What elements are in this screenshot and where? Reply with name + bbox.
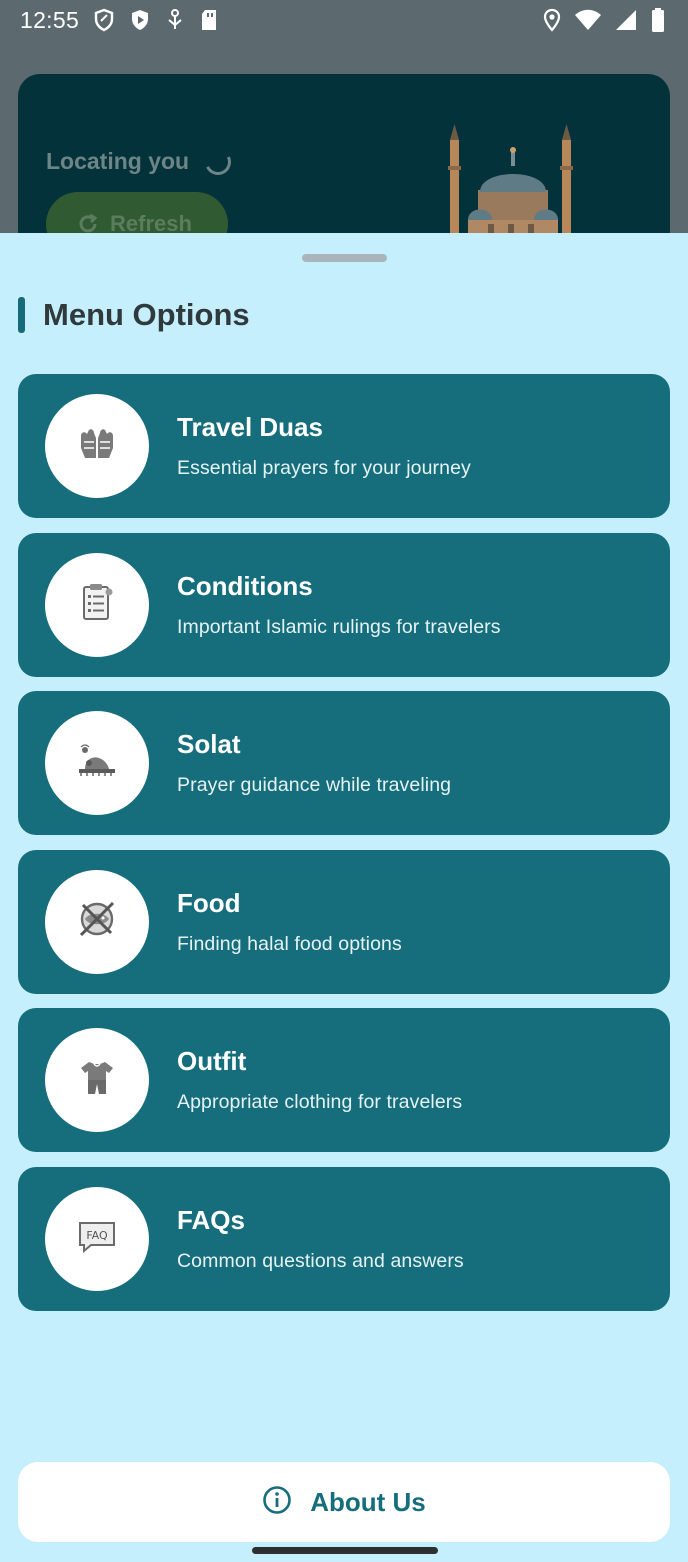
menu-item-title: Food	[177, 887, 241, 918]
menu-icon-circle	[45, 394, 149, 498]
menu-list: Travel Duas Essential prayers for your j…	[18, 374, 670, 1311]
menu-text: Food Finding halal food options	[177, 888, 402, 956]
locating-row: Locating you	[46, 144, 235, 179]
about-us-button[interactable]: About Us	[18, 1462, 670, 1542]
play-protect-icon	[129, 8, 151, 32]
menu-item-subtitle: Prayer guidance while traveling	[177, 774, 452, 796]
menu-item-title: Travel Duas	[177, 412, 323, 442]
section-header: Menu Options	[18, 297, 250, 333]
menu-item-title: Outfit	[177, 1046, 247, 1076]
status-bar: 12:55	[0, 0, 688, 40]
menu-item-faqs[interactable]: FAQ FAQs Common questions and answers	[18, 1166, 670, 1311]
clipboard-icon	[75, 580, 119, 629]
section-title: Menu Options	[43, 297, 250, 332]
prayer-mat-icon	[75, 739, 119, 788]
menu-item-outfit[interactable]: Outfit Appropriate clothing for traveler…	[18, 1008, 670, 1152]
wifi-icon	[574, 9, 602, 31]
status-right	[542, 7, 666, 33]
menu-item-subtitle: Essential prayers for your journey	[177, 457, 471, 479]
clothing-icon	[75, 1056, 119, 1105]
svg-text:FAQ: FAQ	[86, 1229, 108, 1242]
menu-text: FAQs Common questions and answers	[177, 1205, 464, 1273]
menu-icon-circle	[45, 711, 149, 815]
mosque-illustration	[428, 120, 578, 245]
menu-item-subtitle: Appropriate clothing for travelers	[177, 1091, 463, 1113]
menu-item-solat[interactable]: Solat Prayer guidance while traveling	[18, 691, 670, 835]
location-icon	[542, 8, 562, 32]
menu-text: Conditions Important Islamic rulings for…	[177, 571, 501, 639]
section-accent-bar	[18, 297, 25, 333]
menu-item-title: FAQs	[177, 1204, 245, 1235]
praying-hands-icon	[75, 422, 119, 471]
menu-text: Travel Duas Essential prayers for your j…	[177, 412, 471, 480]
menu-item-subtitle: Common questions and answers	[177, 1249, 464, 1272]
faq-icon: FAQ	[75, 1214, 119, 1263]
status-time: 12:55	[20, 6, 80, 33]
info-icon	[262, 1485, 292, 1520]
food-icon	[75, 897, 119, 946]
menu-item-subtitle: Important Islamic rulings for travelers	[177, 615, 501, 638]
menu-item-title: Conditions	[177, 570, 313, 601]
menu-icon-circle	[45, 552, 149, 657]
about-us-label: About Us	[310, 1486, 426, 1517]
locating-text: Locating you	[46, 148, 190, 174]
battery-icon	[650, 7, 666, 33]
signal-icon	[614, 9, 638, 31]
sheet-drag-handle[interactable]	[302, 254, 387, 262]
menu-text: Solat Prayer guidance while traveling	[177, 729, 451, 797]
menu-icon-circle	[45, 869, 149, 974]
usb-icon	[165, 8, 185, 32]
menu-icon-circle	[45, 1028, 149, 1132]
menu-item-food[interactable]: Food Finding halal food options	[18, 849, 670, 994]
shield-icon	[93, 8, 115, 32]
sd-card-icon	[199, 8, 219, 32]
menu-item-conditions[interactable]: Conditions Important Islamic rulings for…	[18, 532, 670, 677]
menu-icon-circle: FAQ	[45, 1186, 149, 1291]
menu-item-subtitle: Finding halal food options	[177, 932, 402, 955]
menu-bottom-sheet: Menu Options Travel Duas Essential praye…	[0, 233, 688, 1562]
status-left: 12:55	[20, 7, 219, 34]
loading-spinner-icon	[201, 144, 235, 179]
menu-item-title: Solat	[177, 729, 241, 759]
menu-text: Outfit Appropriate clothing for traveler…	[177, 1046, 462, 1114]
gesture-nav-handle[interactable]	[252, 1547, 438, 1554]
menu-item-travel-duas[interactable]: Travel Duas Essential prayers for your j…	[18, 374, 670, 518]
